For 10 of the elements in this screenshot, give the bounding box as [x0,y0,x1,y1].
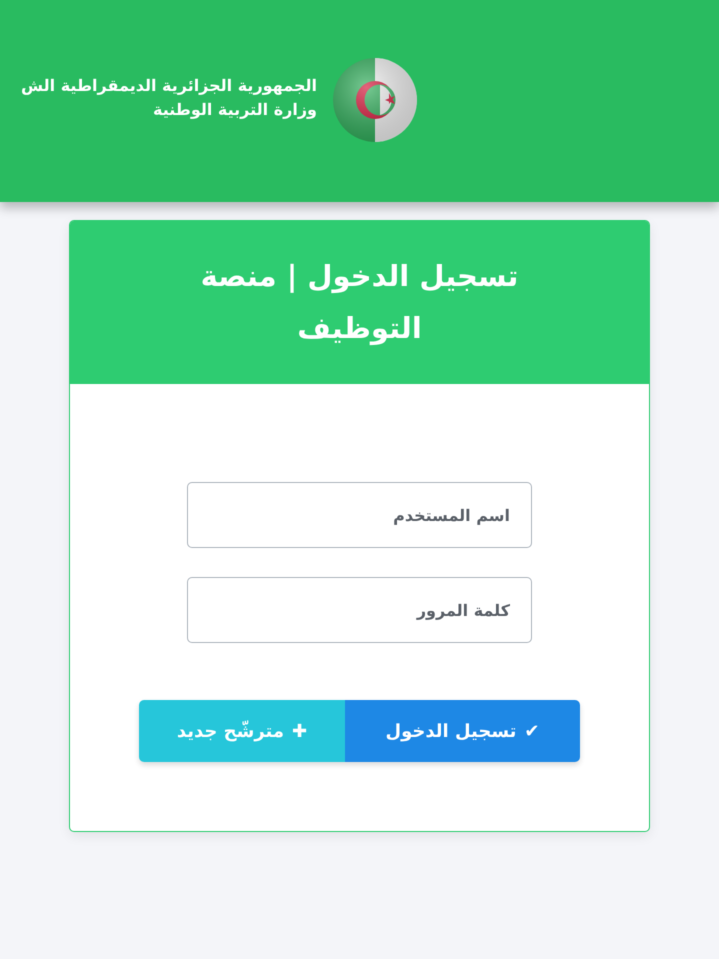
header-subtitle: وزارة التربية الوطنية [152,99,317,121]
input-field[interactable]: كلمة المرور [187,577,532,643]
check-icon: ✔ [524,718,540,744]
plus-icon: ✚ [292,718,308,744]
flag-icon [331,56,419,144]
input-field[interactable]: اسم المستخدم [187,482,532,548]
register-button[interactable]: ✚ مترشّح جديد [139,700,345,762]
header-title: الجمهورية الجزائرية الديمقراطية الش [21,75,317,97]
login-button[interactable]: ✔ تسجيل الدخول [345,700,580,762]
card-title: تسجيل الدخول | منصة التوظيف [200,258,520,348]
